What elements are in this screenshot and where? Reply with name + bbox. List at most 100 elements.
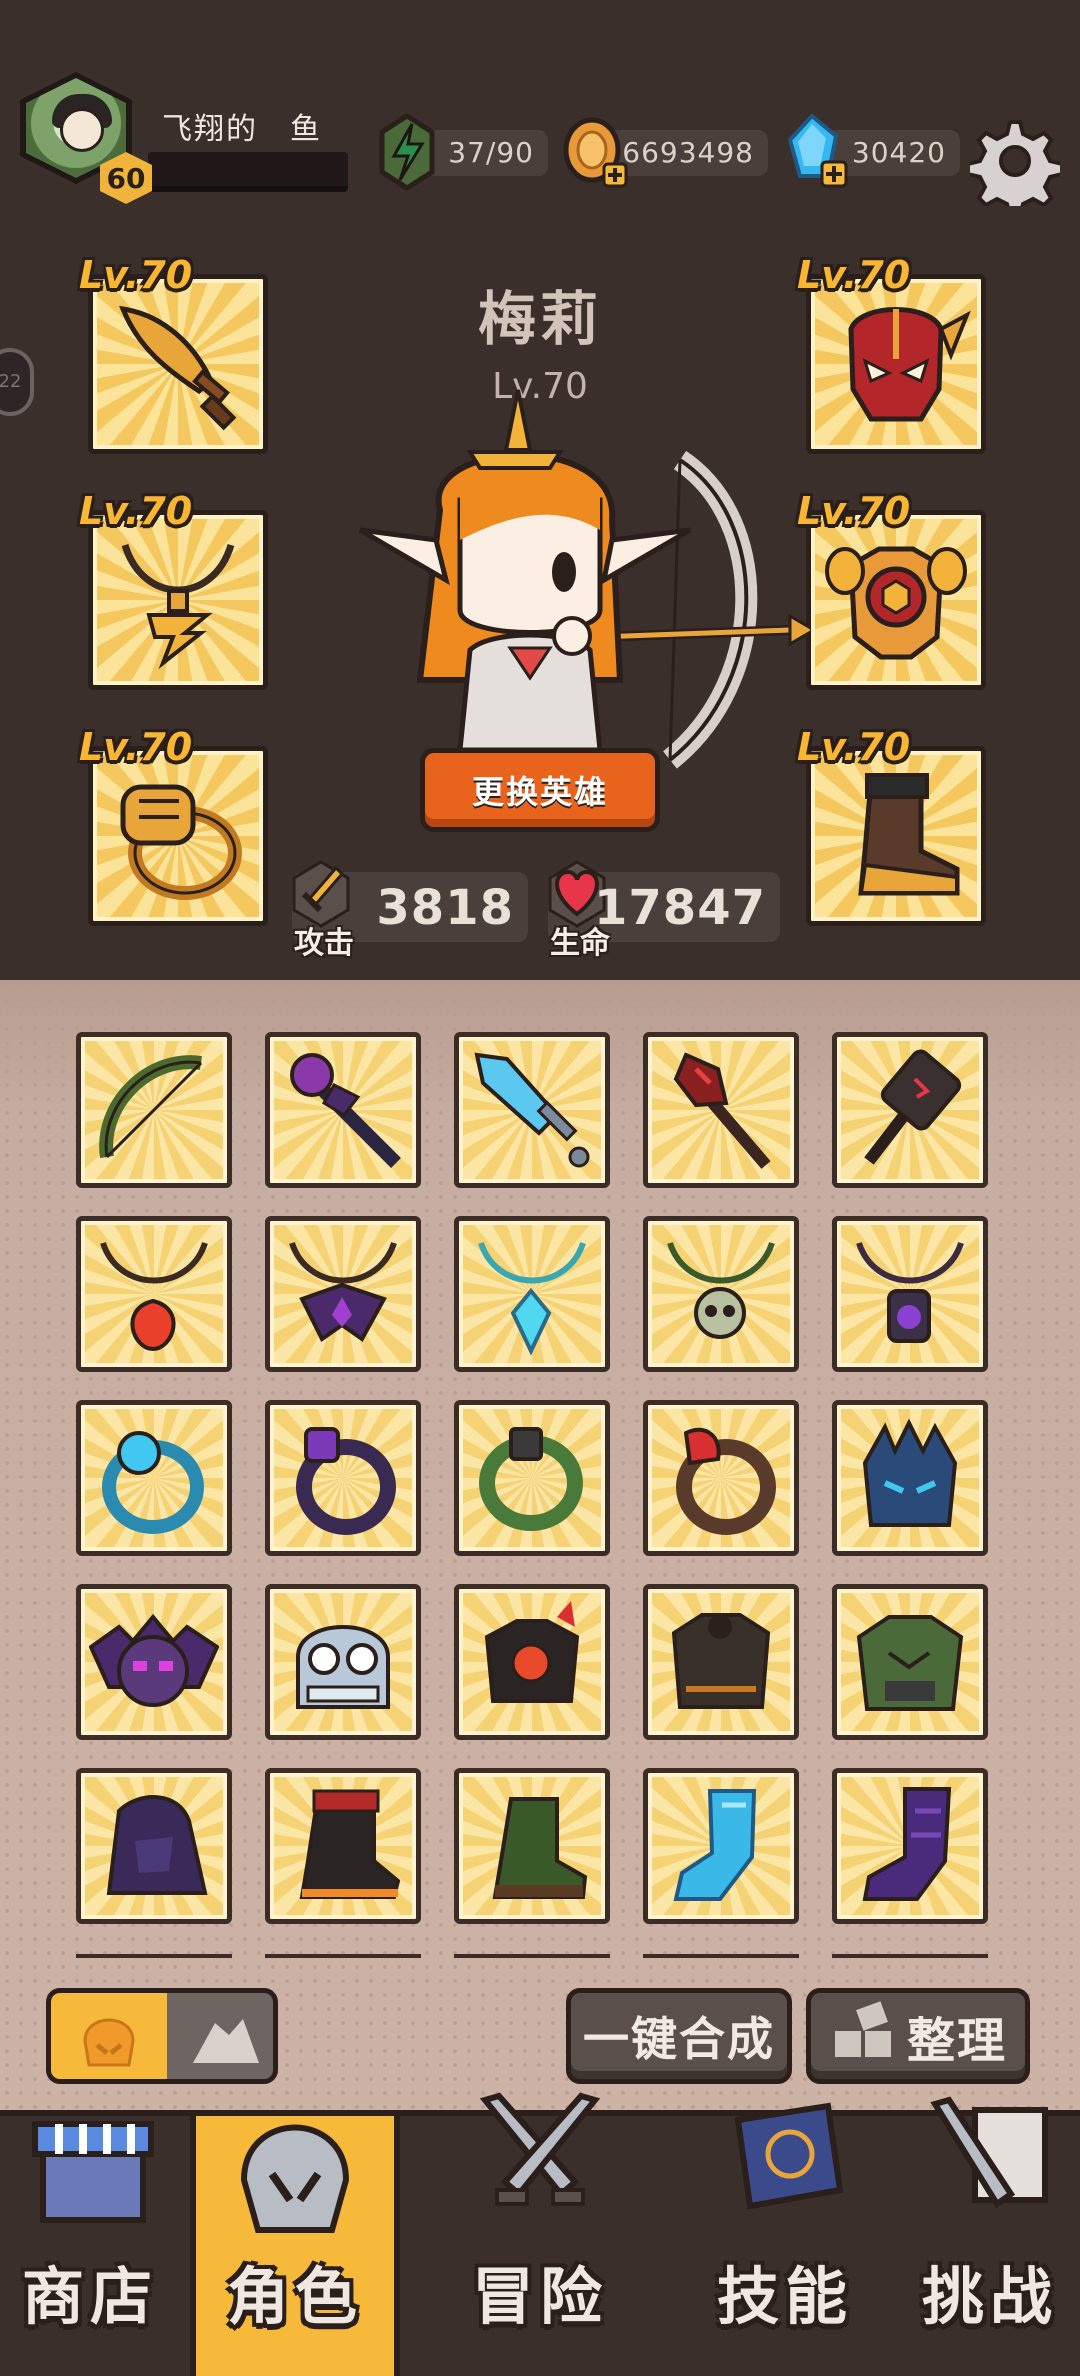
equip-level-boots: Lv.70 — [797, 725, 911, 769]
armored-boot-icon — [858, 773, 960, 896]
fire-golem-armor-icon — [484, 1601, 580, 1703]
player-name-bar — [148, 152, 348, 192]
inventory-item[interactable] — [832, 1584, 988, 1740]
nav-tab-character[interactable]: 角色 — [190, 2116, 400, 2376]
inventory-item[interactable] — [265, 1768, 421, 1924]
inventory-item[interactable] — [643, 1032, 799, 1188]
inventory-item[interactable] — [832, 1400, 988, 1556]
equip-level-armor: Lv.70 — [797, 489, 911, 533]
gem-value: 30420 — [851, 136, 946, 169]
gem-counter[interactable]: 30420 — [787, 113, 960, 188]
golden-necklace-icon — [121, 543, 235, 670]
lightning-icon — [379, 113, 435, 191]
shop-icon — [32, 2121, 154, 2223]
inventory-filter-toggle[interactable] — [46, 1988, 278, 2084]
inventory-item[interactable] — [832, 1768, 988, 1924]
bat-helmet-icon — [89, 1613, 219, 1707]
hp-stat: 生命 17847 — [548, 860, 780, 961]
inventory-panel — [0, 980, 1080, 2110]
inventory-row-peek — [832, 1954, 988, 1962]
lantern-pendant-icon — [856, 1241, 964, 1343]
coin-counter[interactable]: 6693498 — [563, 117, 768, 188]
skull-necklace-icon — [667, 1241, 775, 1339]
sort-label: 整理 — [906, 2013, 1007, 2069]
coin-value: 6693498 — [622, 136, 754, 169]
inventory-item[interactable] — [643, 1584, 799, 1740]
equip-level-necklace: Lv.70 — [79, 489, 193, 533]
nav-label-shop: 商店 — [21, 2260, 158, 2333]
inventory-item[interactable] — [76, 1032, 232, 1188]
purple-boot-icon — [862, 1787, 952, 1901]
sort-button[interactable]: 整理 — [806, 1988, 1030, 2084]
inventory-item[interactable] — [265, 1216, 421, 1372]
sort-blocks-icon — [834, 2001, 891, 2057]
energy-value: 37/90 — [448, 136, 534, 169]
green-goblin-armor-icon — [856, 1615, 964, 1711]
inventory-item[interactable] — [454, 1584, 610, 1740]
purple-gem-ring-icon — [296, 1427, 396, 1535]
spellbook-icon — [734, 2102, 844, 2210]
crossed-swords-icon — [479, 2092, 601, 2206]
inventory-item[interactable] — [265, 1400, 421, 1556]
nav-tab-challenge[interactable]: 挑战 — [900, 2096, 1080, 2376]
inventory-item[interactable] — [643, 1216, 799, 1372]
attack-label: 攻击 — [294, 926, 354, 961]
crystal-pendant-icon — [478, 1241, 586, 1356]
goggle-helmet-icon — [296, 1625, 390, 1709]
inventory-item[interactable] — [265, 1032, 421, 1188]
one-click-merge-button[interactable]: 一键合成 — [566, 1988, 792, 2084]
dark-chest-armor-icon — [671, 1613, 771, 1709]
shadow-cloak-icon — [106, 1795, 208, 1895]
inventory-item[interactable] — [454, 1400, 610, 1556]
fist-ring-icon — [120, 784, 242, 900]
energy-counter[interactable]: 37/90 — [379, 113, 548, 191]
equip-slot-armor[interactable]: Lv.70 — [797, 489, 986, 690]
settings-gear-icon[interactable] — [970, 116, 1060, 206]
nav-label-skills: 技能 — [716, 2260, 853, 2333]
sword-scroll-icon — [930, 2096, 1048, 2209]
inventory-item[interactable] — [832, 1032, 988, 1188]
equip-slot-necklace[interactable]: Lv.70 — [79, 489, 268, 690]
nav-label-challenge: 挑战 — [921, 2260, 1058, 2333]
equip-level-ring: Lv.70 — [79, 725, 193, 769]
attack-value: 3818 — [376, 880, 514, 936]
equip-slot-boots[interactable]: Lv.70 — [797, 725, 986, 926]
nav-tab-shop[interactable]: 商店 — [0, 2116, 180, 2376]
red-pendant-icon — [100, 1241, 208, 1352]
red-torch-staff-icon — [673, 1052, 771, 1169]
inventory-item[interactable] — [76, 1400, 232, 1556]
nav-tab-skills[interactable]: 技能 — [680, 2102, 890, 2376]
inventory-row-peek — [76, 1954, 232, 1962]
inventory-item[interactable] — [76, 1584, 232, 1740]
inventory-item[interactable] — [454, 1216, 610, 1372]
spiked-blue-helmet-icon — [862, 1418, 958, 1527]
bottom-navigation: 商店 角色 冒险 技能 挑战 — [0, 2092, 1080, 2376]
golden-armor-icon — [825, 546, 967, 660]
change-hero-button[interactable]: 更换英雄 — [420, 748, 660, 832]
inventory-item[interactable] — [265, 1584, 421, 1740]
fire-boot-icon — [299, 1789, 401, 1899]
dark-hammer-icon — [864, 1049, 962, 1165]
inventory-item[interactable] — [643, 1768, 799, 1924]
leaf-boot-icon — [492, 1797, 588, 1899]
attack-stat: 攻击 3818 — [292, 860, 528, 961]
purple-staff-icon — [290, 1053, 401, 1168]
equip-slot-ring[interactable]: Lv.70 — [79, 725, 268, 926]
hp-value: 17847 — [594, 880, 766, 936]
hero-name: 梅莉 — [477, 285, 602, 353]
vine-ring-icon — [479, 1427, 583, 1531]
inventory-item[interactable] — [76, 1768, 232, 1924]
inventory-item[interactable] — [454, 1768, 610, 1924]
nav-label-adventure: 冒险 — [471, 2260, 608, 2333]
inventory-item[interactable] — [76, 1216, 232, 1372]
inventory-item[interactable] — [832, 1216, 988, 1372]
hero-elf-archer-icon — [358, 389, 810, 769]
nav-label-character: 角色 — [226, 2260, 363, 2333]
player-name: 飞翔的 鱼 — [162, 112, 322, 147]
material-filter-icon[interactable] — [185, 2005, 265, 2069]
helmet-filter-icon[interactable] — [69, 2005, 149, 2069]
inventory-item[interactable] — [643, 1400, 799, 1556]
inventory-item[interactable] — [454, 1032, 610, 1188]
nav-tab-adventure[interactable]: 冒险 — [410, 2092, 670, 2376]
bow-icon — [99, 1055, 203, 1159]
